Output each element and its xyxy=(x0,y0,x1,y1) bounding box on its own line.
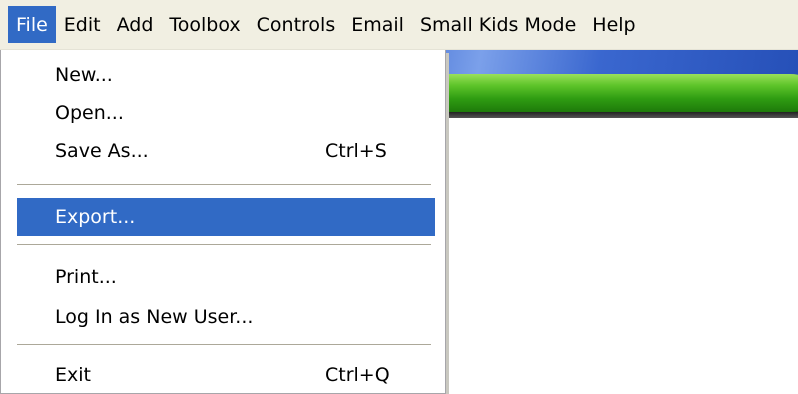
menu-add[interactable]: Add xyxy=(109,0,162,49)
menu-item-label: Print... xyxy=(55,266,117,288)
menu-item-save-as[interactable]: Save As... Ctrl+S xyxy=(17,132,435,170)
menu-separator xyxy=(17,344,431,346)
menu-item-shortcut: Ctrl+Q xyxy=(325,364,390,386)
menu-item-export[interactable]: Export... xyxy=(17,198,435,236)
menu-separator xyxy=(17,184,431,186)
menu-item-label: Open... xyxy=(55,102,124,124)
menu-controls[interactable]: Controls xyxy=(249,0,344,49)
menu-item-label: Save As... xyxy=(55,140,149,162)
menu-item-label: Export... xyxy=(55,206,136,228)
menu-item-exit[interactable]: Exit Ctrl+Q xyxy=(17,356,435,394)
menu-toolbox[interactable]: Toolbox xyxy=(161,0,248,49)
menu-item-label: New... xyxy=(55,64,113,86)
menu-separator xyxy=(17,244,431,246)
menu-file[interactable]: File xyxy=(8,6,56,43)
menu-help[interactable]: Help xyxy=(584,0,643,49)
menu-item-new[interactable]: New... xyxy=(17,56,435,94)
file-menu-dropdown: New... Open... Save As... Ctrl+S Export.… xyxy=(0,50,446,394)
menu-item-label: Log In as New User... xyxy=(55,306,254,328)
menu-bar: File Edit Add Toolbox Controls Email Sma… xyxy=(0,0,798,50)
menu-item-open[interactable]: Open... xyxy=(17,94,435,132)
menu-edit[interactable]: Edit xyxy=(56,0,109,49)
menu-item-print[interactable]: Print... xyxy=(17,258,435,296)
menu-item-log-in-as-new-user[interactable]: Log In as New User... xyxy=(17,298,435,336)
menu-item-shortcut: Ctrl+S xyxy=(325,140,387,162)
menu-item-label: Exit xyxy=(55,364,91,386)
menu-email[interactable]: Email xyxy=(343,0,412,49)
menu-small-kids-mode[interactable]: Small Kids Mode xyxy=(412,0,584,49)
